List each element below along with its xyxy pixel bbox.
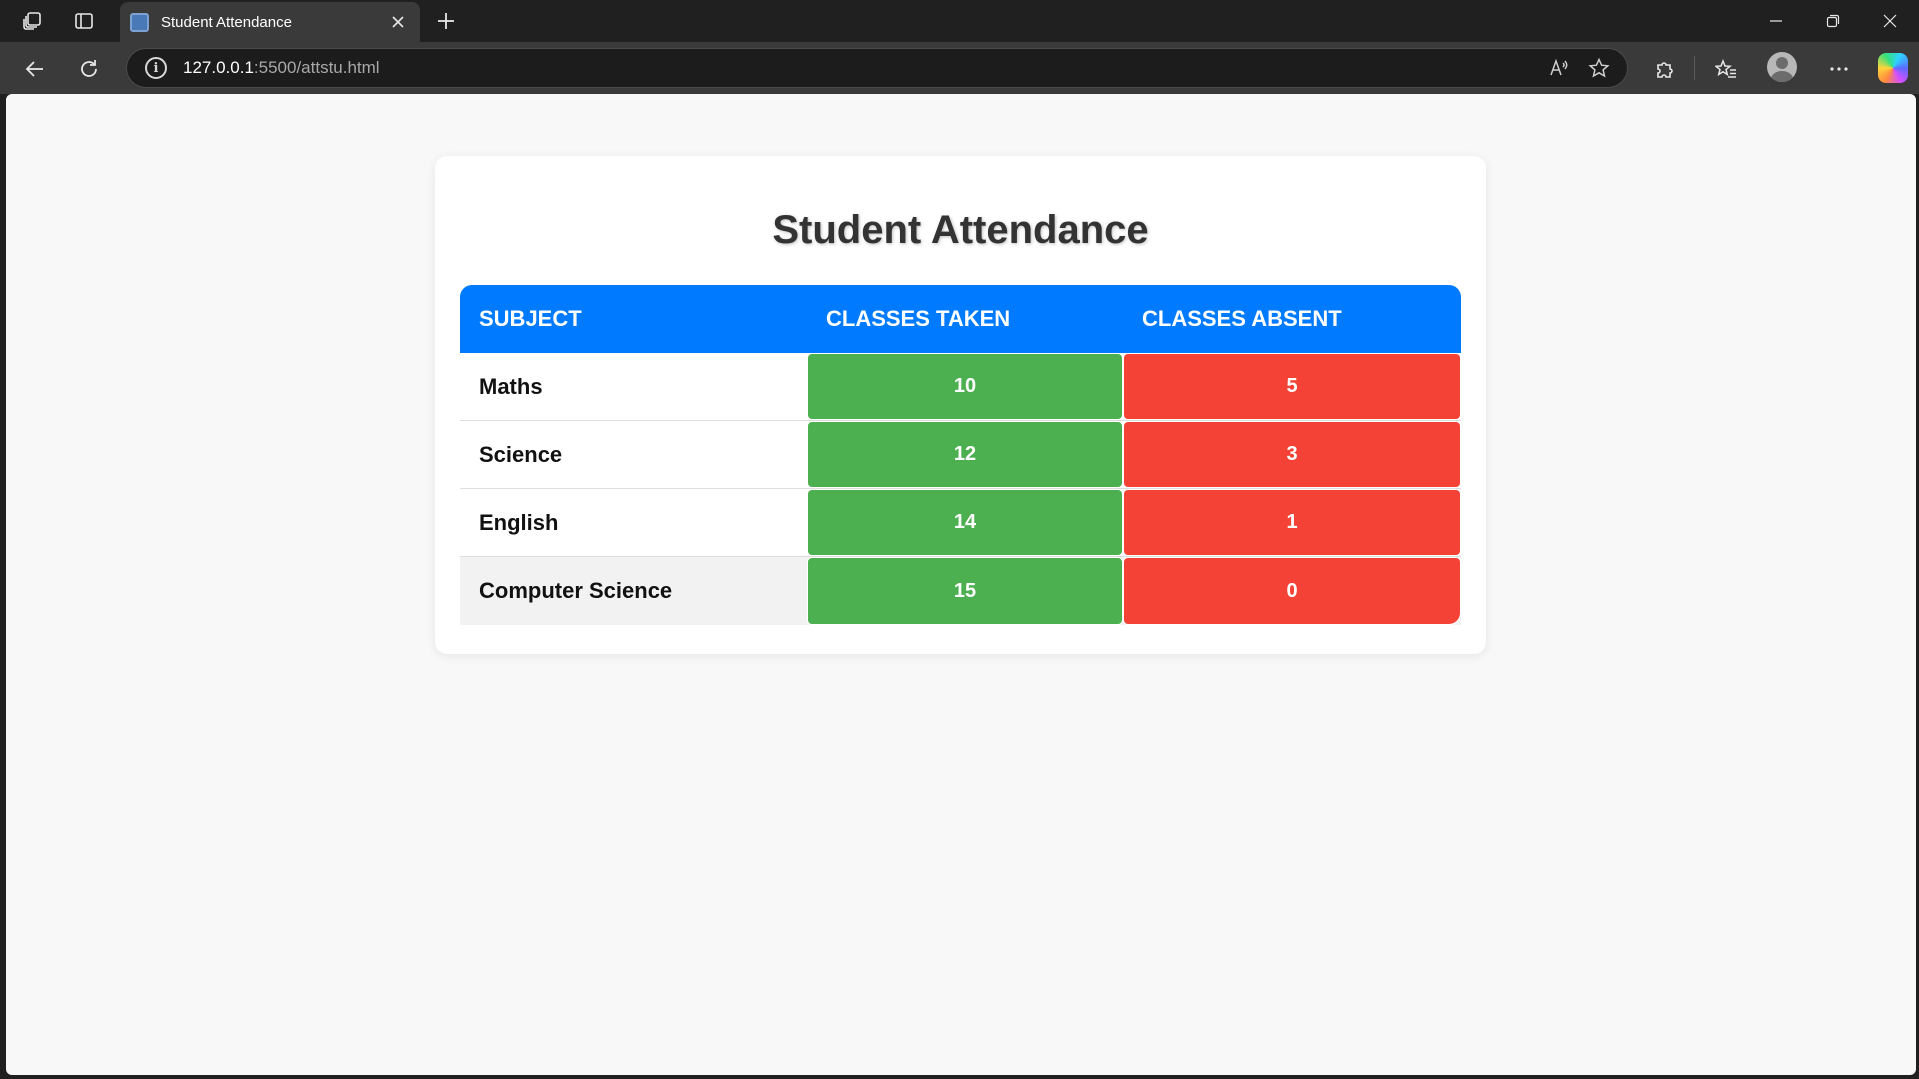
page-viewport: Student Attendance SUBJECT CLASSES TAKEN…	[6, 94, 1916, 1075]
attendance-card: Student Attendance SUBJECT CLASSES TAKEN…	[435, 156, 1486, 654]
classes-taken-cell: 15	[807, 557, 1123, 625]
classes-absent-cell: 5	[1123, 353, 1461, 420]
workspaces-icon[interactable]	[14, 6, 50, 36]
subject-cell: Science	[479, 441, 563, 467]
refresh-icon[interactable]	[72, 52, 106, 86]
browser-tab-bar: Student Attendance	[0, 0, 1919, 42]
copilot-icon[interactable]	[1878, 53, 1908, 83]
subject-cell: Maths	[479, 373, 543, 399]
close-icon[interactable]	[1862, 0, 1918, 42]
url-text[interactable]: 127.0.0.1:5500/attstu.html	[183, 58, 1539, 78]
avatar-icon[interactable]	[1767, 52, 1797, 82]
header-classes-taken: CLASSES TAKEN	[826, 306, 1011, 331]
plus-icon[interactable]	[428, 6, 464, 36]
info-icon[interactable]: i	[145, 57, 167, 79]
minimize-icon[interactable]	[1748, 0, 1804, 42]
address-bar[interactable]: i 127.0.0.1:5500/attstu.html	[126, 48, 1628, 88]
table-row: Science 12 3	[460, 421, 1461, 489]
classes-absent-cell: 0	[1123, 557, 1461, 625]
table-row: English 14 1	[460, 489, 1461, 557]
restore-icon[interactable]	[1805, 0, 1861, 42]
classes-absent-cell: 3	[1123, 421, 1461, 488]
page-title: Student Attendance	[772, 208, 1149, 252]
table-row: Maths 10 5	[460, 353, 1461, 421]
puzzle-icon[interactable]	[1648, 52, 1682, 86]
window-bottom-border	[0, 1075, 1919, 1079]
classes-absent-cell: 1	[1123, 489, 1461, 556]
back-arrow-icon[interactable]	[18, 52, 52, 86]
attendance-table: SUBJECT CLASSES TAKEN CLASSES ABSENT Mat…	[460, 285, 1461, 625]
tab-actions-icon[interactable]	[66, 6, 102, 36]
close-icon[interactable]	[386, 10, 410, 34]
table-row: Computer Science 15 0	[460, 557, 1461, 625]
header-classes-absent: CLASSES ABSENT	[1142, 306, 1342, 331]
page-favicon-icon	[130, 12, 149, 32]
tab-title: Student Attendance	[161, 13, 292, 31]
classes-taken-cell: 12	[807, 421, 1123, 488]
browser-toolbar: i 127.0.0.1:5500/attstu.html	[0, 42, 1919, 94]
classes-taken-cell: 14	[807, 489, 1123, 556]
header-subject: SUBJECT	[479, 306, 582, 331]
subject-cell: Computer Science	[479, 578, 673, 603]
subject-cell: English	[479, 509, 559, 535]
ellipsis-icon[interactable]	[1822, 52, 1856, 86]
table-header: SUBJECT CLASSES TAKEN CLASSES ABSENT	[460, 285, 1461, 353]
classes-taken-cell: 10	[807, 353, 1123, 420]
star-icon[interactable]	[1579, 48, 1619, 88]
url-path: :5500/attstu.html	[253, 58, 380, 77]
tab-student-attendance[interactable]: Student Attendance	[120, 2, 420, 42]
read-aloud-icon[interactable]	[1539, 48, 1579, 88]
favorites-icon[interactable]	[1709, 52, 1743, 86]
url-host: 127.0.0.1	[183, 58, 254, 77]
toolbar-divider	[1694, 56, 1695, 80]
